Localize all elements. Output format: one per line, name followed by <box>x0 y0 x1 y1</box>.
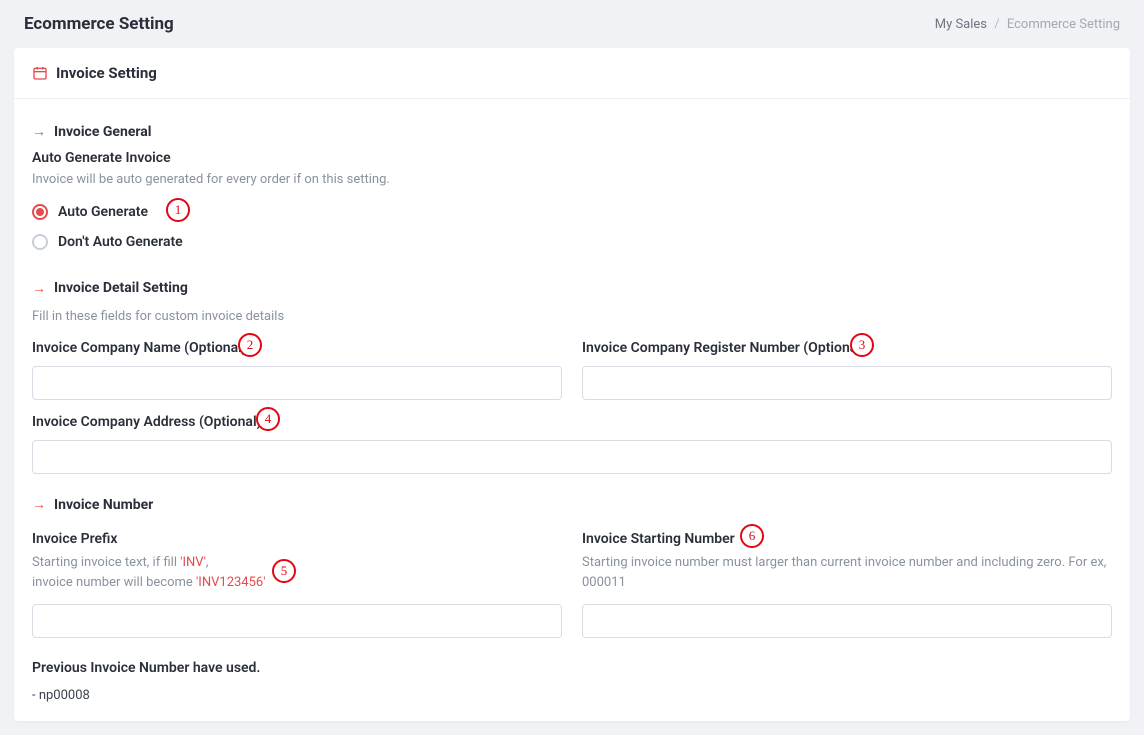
section-invoice-detail: → Invoice Detail Setting <box>32 280 1112 297</box>
invoice-prefix-input[interactable] <box>32 604 562 638</box>
breadcrumb-parent[interactable]: My Sales <box>935 17 987 32</box>
invoice-start-help: Starting invoice number must larger than… <box>582 553 1112 592</box>
radio-dont-auto-generate[interactable]: Don't Auto Generate <box>32 234 1112 250</box>
calendar-icon <box>32 65 48 81</box>
arrow-right-icon: → <box>32 123 46 140</box>
prev-invoice-item: - np00008 <box>32 688 1112 703</box>
arrow-right-icon: → <box>32 496 46 513</box>
company-addr-input[interactable] <box>32 440 1112 474</box>
card-header: Invoice Setting <box>14 48 1130 99</box>
card-title: Invoice Setting <box>56 64 157 82</box>
card-body: → Invoice General Auto Generate Invoice … <box>14 99 1130 721</box>
company-addr-field: Invoice Company Address (Optional) 4 <box>32 414 1112 474</box>
radio-auto-label: Auto Generate <box>58 204 148 220</box>
section-title-number: Invoice Number <box>54 497 153 513</box>
settings-card: Invoice Setting → Invoice General Auto G… <box>14 48 1130 721</box>
auto-generate-label: Auto Generate Invoice <box>32 150 1112 166</box>
page-title: Ecommerce Setting <box>24 14 174 34</box>
arrow-right-icon: → <box>32 280 46 297</box>
auto-generate-help: Invoice will be auto generated for every… <box>32 170 1112 190</box>
invoice-start-input[interactable] <box>582 604 1112 638</box>
prev-invoice-label: Previous Invoice Number have used. <box>32 660 1112 676</box>
invoice-prefix-help: Starting invoice text, if fill 'INV', in… <box>32 553 562 592</box>
radio-dont-label: Don't Auto Generate <box>58 234 183 250</box>
page-header: Ecommerce Setting My Sales / Ecommerce S… <box>0 0 1144 48</box>
section-title-general: Invoice General <box>54 124 151 140</box>
invoice-prefix-field: Invoice Prefix Starting invoice text, if… <box>32 531 562 638</box>
radio-icon <box>32 234 48 250</box>
invoice-start-field: Invoice Starting Number 6 Starting invoi… <box>582 531 1112 638</box>
company-addr-label: Invoice Company Address (Optional) <box>32 414 1112 430</box>
company-reg-field: Invoice Company Register Number (Optiona… <box>582 340 1112 400</box>
radio-auto-generate[interactable]: Auto Generate <box>32 204 1112 220</box>
auto-generate-radio-group: Auto Generate 1 Don't Auto Generate <box>32 204 1112 250</box>
section-invoice-general: → Invoice General <box>32 123 1112 140</box>
breadcrumb-current: Ecommerce Setting <box>1007 17 1120 32</box>
radio-icon <box>32 204 48 220</box>
section-invoice-number: → Invoice Number <box>32 496 1112 513</box>
company-reg-input[interactable] <box>582 366 1112 400</box>
invoice-prefix-label: Invoice Prefix <box>32 531 562 547</box>
section-title-detail: Invoice Detail Setting <box>54 280 188 296</box>
breadcrumb: My Sales / Ecommerce Setting <box>935 17 1120 32</box>
company-name-field: Invoice Company Name (Optional) 2 <box>32 340 562 400</box>
invoice-start-label: Invoice Starting Number <box>582 531 1112 547</box>
breadcrumb-separator: / <box>994 17 999 32</box>
company-name-label: Invoice Company Name (Optional) <box>32 340 562 356</box>
company-name-input[interactable] <box>32 366 562 400</box>
company-reg-label: Invoice Company Register Number (Optiona… <box>582 340 1112 356</box>
detail-help: Fill in these fields for custom invoice … <box>32 307 1112 327</box>
